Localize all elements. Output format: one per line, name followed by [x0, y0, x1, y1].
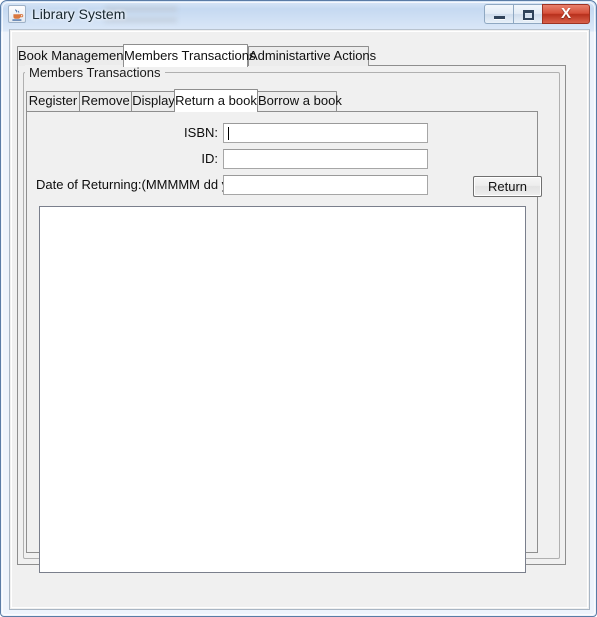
date-of-returning-input[interactable]: [223, 175, 428, 195]
tab-members-transactions[interactable]: Members Transactions: [123, 44, 256, 67]
minimize-icon: [494, 16, 505, 19]
tab-remove[interactable]: Remove: [79, 91, 132, 111]
tab-administartive-actions[interactable]: Administartive Actions: [248, 46, 376, 66]
tab-display[interactable]: Display: [131, 91, 176, 111]
close-icon: X: [560, 5, 571, 22]
outer-tab-strip: Book Management Members Transactions Adm…: [17, 44, 573, 67]
group-title-label: Members Transactions: [25, 65, 165, 80]
inner-tab-strip: Register Remove Display Return a book Bo…: [26, 89, 546, 112]
tab-book-management[interactable]: Book Management: [17, 46, 127, 66]
window-title: Library System: [32, 6, 126, 22]
java-coffee-cup-icon: [8, 5, 26, 23]
minimize-button[interactable]: [484, 4, 513, 24]
id-input[interactable]: [223, 149, 428, 169]
date-of-returning-label: Date of Returning:(MMMMM dd yyyy): [36, 177, 252, 192]
text-caret: [228, 127, 229, 140]
tab-register[interactable]: Register: [26, 91, 80, 111]
isbn-label: ISBN:: [184, 125, 218, 140]
close-button[interactable]: X: [542, 4, 590, 24]
maximize-button[interactable]: [513, 4, 542, 24]
isbn-input[interactable]: [223, 123, 428, 143]
tab-return-a-book[interactable]: Return a book: [174, 89, 258, 112]
maximize-icon: [523, 10, 534, 20]
application-window: Library System X Book Management Members…: [0, 0, 597, 617]
tab-borrow-a-book[interactable]: Borrow a book: [257, 91, 342, 111]
return-button[interactable]: Return: [473, 176, 542, 197]
title-bar[interactable]: Library System X: [1, 1, 597, 31]
output-text-area[interactable]: [39, 206, 526, 573]
inner-tab-topline: [26, 111, 538, 112]
id-label: ID:: [201, 151, 218, 166]
